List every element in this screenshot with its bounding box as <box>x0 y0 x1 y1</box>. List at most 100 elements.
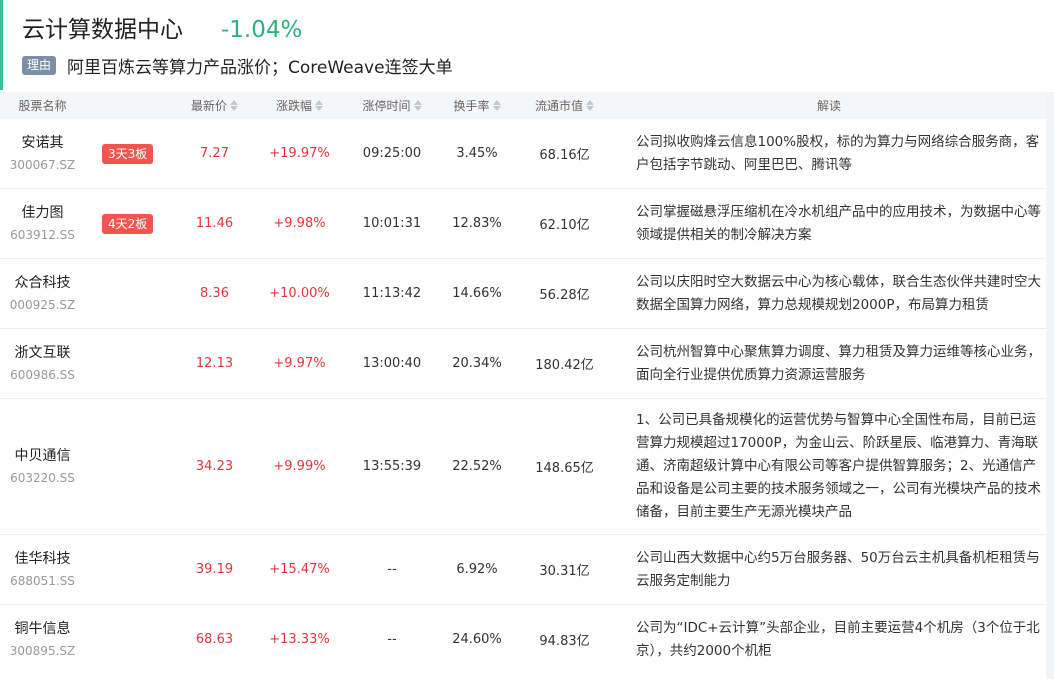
stock-code: 688051.SS <box>10 574 75 588</box>
turnover-cell: 6.92% <box>456 562 498 577</box>
desc-text: 公司为“IDC+云计算”头部企业，目前主要运营4个机房（3个位于北京），共约20… <box>636 619 1040 659</box>
col-header-price[interactable]: 最新价 <box>177 97 252 114</box>
market-cap-cell: 30.31亿 <box>539 564 590 579</box>
sort-icon[interactable] <box>413 100 422 111</box>
limit-time-cell: -- <box>387 562 397 577</box>
col-header-turnover[interactable]: 换手率 <box>437 97 517 114</box>
col-header-price-label: 最新价 <box>190 99 227 113</box>
reason-tag: 理由 <box>22 56 57 75</box>
stock-name[interactable]: 浙文互联 <box>15 343 71 363</box>
turnover-cell: 24.60% <box>452 632 502 647</box>
col-header-limit-time[interactable]: 涨停时间 <box>347 97 437 114</box>
stock-name-cell: 佳力图 603912.SS <box>0 203 85 244</box>
price-cell: 34.23 <box>195 459 234 474</box>
price-cell: 7.27 <box>200 146 229 161</box>
stock-name[interactable]: 佳力图 <box>22 203 64 223</box>
stock-name[interactable]: 佳华科技 <box>15 549 71 569</box>
sort-icon[interactable] <box>230 100 238 111</box>
desc-cell: 公司以庆阳时空大数据云中心为核心载体，联合生态伙伴共建时空大数据全国算力网络，算… <box>612 271 1046 317</box>
desc-cell: 公司掌握磁悬浮压缩机在冷水机组产品中的应用技术，为数据中心等领域提供相关的制冷解… <box>612 201 1046 247</box>
badge-cell: 4天2板 <box>85 213 177 234</box>
sector-name: 云计算数据中心 <box>22 17 183 43</box>
table-row[interactable]: 铜牛信息 300895.SZ 68.63 +13.33% -- 24.60% 9… <box>0 605 1046 674</box>
stock-code: 603220.SS <box>10 471 75 485</box>
accent-bar <box>0 0 3 90</box>
col-header-change-label: 涨跌幅 <box>275 99 312 113</box>
table-row[interactable]: 众合科技 000925.SZ 8.36 +10.00% 11:13:42 14.… <box>0 259 1046 329</box>
change-cell: +9.99% <box>273 459 326 474</box>
change-cell: +13.33% <box>269 632 330 647</box>
col-header-change[interactable]: 涨跌幅 <box>252 97 347 114</box>
col-header-desc: 解读 <box>816 99 841 113</box>
desc-text: 公司拟收购烽云信息100%股权，标的为算力与网络综合服务商，客户包括字节跳动、阿… <box>636 133 1040 173</box>
market-cap-cell: 94.83亿 <box>539 634 590 649</box>
stock-code: 300067.SZ <box>9 158 76 172</box>
table-row[interactable]: 佳华科技 688051.SS 39.19 +15.47% -- 6.92% 30… <box>0 535 1046 605</box>
reason-text: 阿里百炼云等算力产品涨价；CoreWeave连签大单 <box>67 58 453 78</box>
stock-name-cell: 铜牛信息 300895.SZ <box>0 619 85 660</box>
table-header: 股票名称 最新价 涨跌幅 涨停时间 换手率 流通市值 解读 <box>0 92 1046 119</box>
desc-text: 公司掌握磁悬浮压缩机在冷水机组产品中的应用技术，为数据中心等领域提供相关的制冷解… <box>636 203 1041 243</box>
price-cell: 39.19 <box>195 562 234 577</box>
stock-code: 600986.SS <box>10 368 75 382</box>
table-row[interactable]: 中贝通信 603220.SS 34.23 +9.99% 13:55:39 22.… <box>0 399 1046 535</box>
stock-name[interactable]: 中贝通信 <box>15 446 71 466</box>
market-cap-cell: 68.16亿 <box>539 148 590 163</box>
table-row[interactable]: 佳力图 603912.SS 4天2板 11.46 +9.98% 10:01:31… <box>0 189 1046 259</box>
turnover-cell: 22.52% <box>452 459 502 474</box>
price-cell: 12.13 <box>195 356 234 371</box>
stock-name-cell: 众合科技 000925.SZ <box>0 273 85 314</box>
sector-change: -1.04% <box>221 17 303 43</box>
desc-cell: 公司为“IDC+云计算”头部企业，目前主要运营4个机房（3个位于北京），共约20… <box>612 617 1046 663</box>
change-cell: +10.00% <box>269 286 330 301</box>
col-header-name: 股票名称 <box>18 99 67 113</box>
desc-cell: 公司山西大数据中心约5万台服务器、50万台云主机具备机柜租赁与云服务定制能力 <box>612 547 1046 593</box>
badge-cell: 3天3板 <box>85 143 177 164</box>
change-cell: +9.97% <box>273 356 326 371</box>
col-header-market-cap[interactable]: 流通市值 <box>517 97 612 114</box>
stock-name-cell: 佳华科技 688051.SS <box>0 549 85 590</box>
market-cap-cell: 180.42亿 <box>535 358 594 373</box>
stock-name-cell: 浙文互联 600986.SS <box>0 343 85 384</box>
change-cell: +15.47% <box>269 562 330 577</box>
price-cell: 11.46 <box>195 216 234 231</box>
stock-name[interactable]: 众合科技 <box>15 273 71 293</box>
desc-cell: 1、公司已具备规模化的运营优势与智算中心全国性布局，目前已运营算力规模超过170… <box>612 409 1046 524</box>
limit-time-cell: 13:55:39 <box>362 459 422 474</box>
limit-time-cell: 13:00:40 <box>362 356 422 371</box>
sort-icon[interactable] <box>315 100 323 111</box>
turnover-cell: 12.83% <box>452 216 502 231</box>
turnover-cell: 3.45% <box>456 146 498 161</box>
table-row[interactable]: 安诺其 300067.SZ 3天3板 7.27 +19.97% 09:25:00… <box>0 119 1046 189</box>
sort-icon[interactable] <box>492 100 501 111</box>
stock-code: 000925.SZ <box>9 298 76 312</box>
col-header-market-cap-label: 流通市值 <box>534 99 583 113</box>
stock-name-cell: 安诺其 300067.SZ <box>0 133 85 174</box>
change-cell: +9.98% <box>273 216 326 231</box>
limit-up-badge: 3天3板 <box>102 143 154 164</box>
table-row[interactable]: 浙文互联 600986.SS 12.13 +9.97% 13:00:40 20.… <box>0 329 1046 399</box>
market-cap-cell: 148.65亿 <box>535 461 594 476</box>
market-cap-cell: 62.10亿 <box>539 218 590 233</box>
stock-code: 603912.SS <box>10 228 75 242</box>
desc-cell: 公司拟收购烽云信息100%股权，标的为算力与网络综合服务商，客户包括字节跳动、阿… <box>612 131 1046 177</box>
col-header-turnover-label: 换手率 <box>453 99 490 113</box>
stock-name[interactable]: 安诺其 <box>22 133 64 153</box>
desc-text: 公司山西大数据中心约5万台服务器、50万台云主机具备机柜租赁与云服务定制能力 <box>636 549 1040 589</box>
desc-text: 1、公司已具备规模化的运营优势与智算中心全国性布局，目前已运营算力规模超过170… <box>636 412 1041 520</box>
sort-icon[interactable] <box>586 100 594 111</box>
market-cap-cell: 56.28亿 <box>539 288 590 303</box>
desc-text: 公司杭州智算中心聚焦算力调度、算力租赁及算力运维等核心业务，面向全行业提供优质算… <box>636 343 1041 383</box>
price-cell: 8.36 <box>200 286 229 301</box>
desc-cell: 公司杭州智算中心聚焦算力调度、算力租赁及算力运维等核心业务，面向全行业提供优质算… <box>612 341 1046 387</box>
desc-text: 公司以庆阳时空大数据云中心为核心载体，联合生态伙伴共建时空大数据全国算力网络，算… <box>636 273 1041 313</box>
limit-time-cell: 10:01:31 <box>362 216 422 231</box>
stock-name-cell: 中贝通信 603220.SS <box>0 446 85 487</box>
turnover-cell: 20.34% <box>452 356 502 371</box>
col-header-limit-time-label: 涨停时间 <box>362 99 411 113</box>
title-row: 云计算数据中心 -1.04% <box>22 10 1054 44</box>
limit-time-cell: -- <box>387 632 397 647</box>
stock-code: 300895.SZ <box>9 644 76 658</box>
scrollbar-track[interactable] <box>1046 92 1054 679</box>
stock-name[interactable]: 铜牛信息 <box>15 619 71 639</box>
